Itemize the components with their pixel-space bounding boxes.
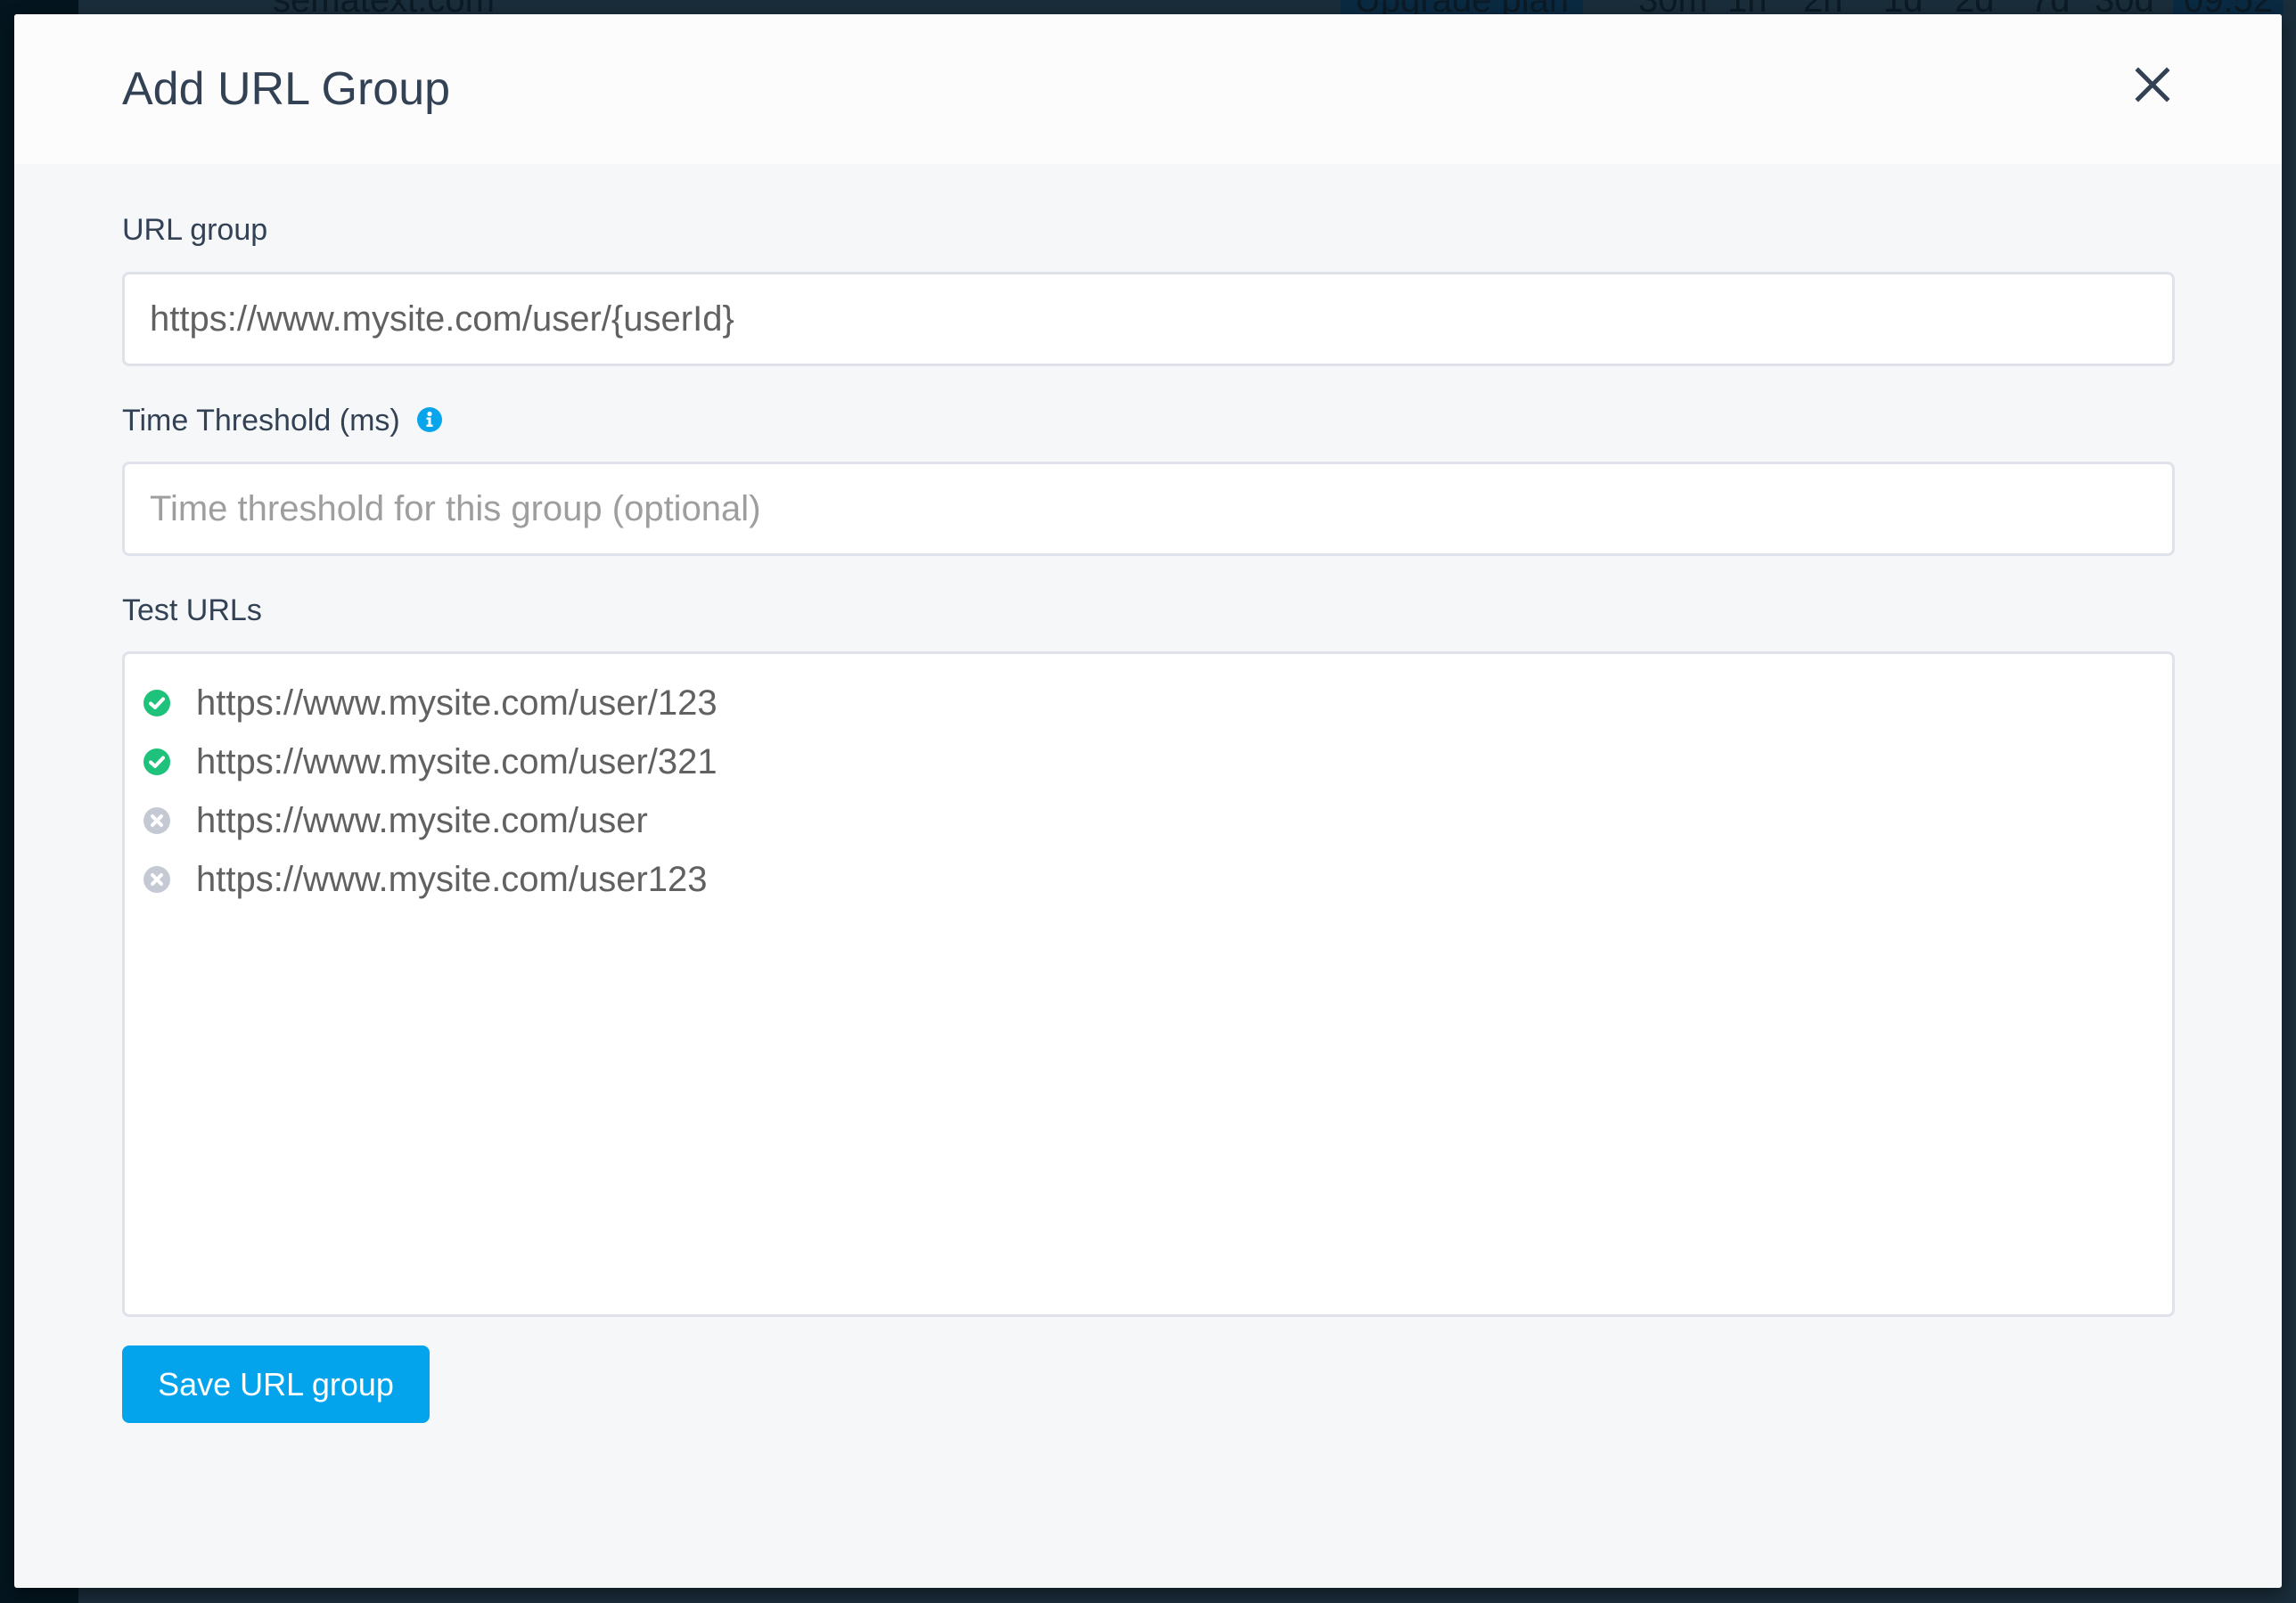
background-clock: 09:52	[2173, 0, 2284, 14]
test-urls-textarea[interactable]: https://www.mysite.com/user/123 https://…	[122, 651, 2175, 1317]
background-range-2h: 2h	[1803, 0, 1843, 14]
background-range-2d: 2d	[1955, 0, 1995, 14]
check-circle-icon	[144, 690, 170, 716]
add-url-group-modal: Add URL Group URL group Time Threshold (…	[14, 14, 2282, 1588]
test-urls-label: Test URLs	[122, 593, 262, 627]
save-url-group-button[interactable]: Save URL group	[122, 1345, 430, 1423]
info-circle-icon[interactable]	[417, 407, 443, 433]
test-url-text: https://www.mysite.com/user123	[196, 859, 708, 899]
modal-header: Add URL Group	[14, 14, 2282, 164]
test-url-item: https://www.mysite.com/user	[143, 791, 718, 850]
background-range-1h: 1h	[1727, 0, 1767, 14]
url-group-label: URL group	[122, 213, 268, 247]
test-url-text: https://www.mysite.com/user/123	[196, 683, 718, 723]
x-circle-icon	[144, 807, 170, 834]
time-threshold-label: Time Threshold (ms)	[122, 403, 443, 438]
url-group-input[interactable]	[122, 272, 2175, 366]
time-threshold-label-text: Time Threshold (ms)	[122, 404, 400, 438]
test-url-item: https://www.mysite.com/user/321	[143, 732, 718, 791]
test-url-text: https://www.mysite.com/user/321	[196, 741, 718, 781]
modal-title: Add URL Group	[122, 63, 451, 115]
close-icon	[2135, 67, 2170, 102]
x-circle-icon	[144, 866, 170, 893]
background-range-7d: 7d	[2030, 0, 2070, 14]
test-url-item: https://www.mysite.com/user123	[143, 850, 718, 909]
check-circle-icon	[144, 748, 170, 775]
test-urls-list: https://www.mysite.com/user/123 https://…	[143, 674, 718, 909]
background-site-name: sematext.com	[273, 0, 495, 14]
test-url-item: https://www.mysite.com/user/123	[143, 674, 718, 732]
background-range-1d: 1d	[1883, 0, 1923, 14]
background-range-30m: 30m	[1638, 0, 1708, 14]
background-topbar: sematext.com Upgrade plan 30m 1h 2h 1d 2…	[78, 0, 2296, 14]
close-button[interactable]	[2132, 64, 2173, 105]
background-range-30d: 30d	[2095, 0, 2154, 14]
test-url-text: https://www.mysite.com/user	[196, 800, 648, 840]
background-upgrade-button: Upgrade plan	[1341, 0, 1584, 14]
time-threshold-input[interactable]	[122, 462, 2175, 556]
